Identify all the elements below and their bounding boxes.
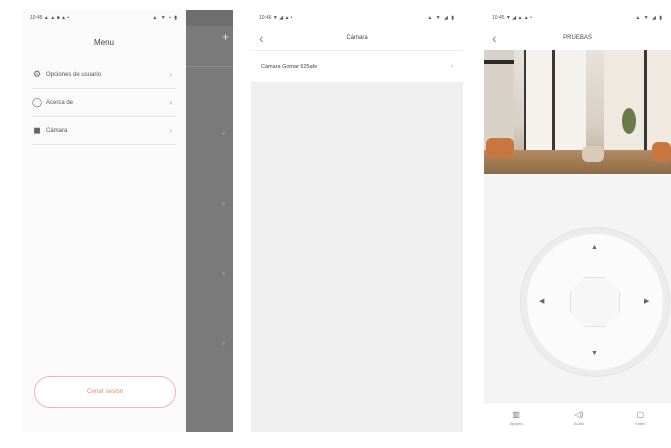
tab-settings[interactable]: ▥ Ajustes — [510, 410, 523, 426]
video-scene — [622, 108, 636, 134]
menu-title: Menu — [93, 38, 114, 47]
chevron-right-icon: › — [450, 63, 453, 70]
arrow-left-icon[interactable]: ◀ — [539, 297, 544, 305]
user-settings-icon: ⚙ — [32, 69, 42, 79]
menu-item-label: Opciones de usuario — [46, 71, 102, 78]
menu-item-label: Cámara — [46, 127, 68, 134]
info-icon: ◯ — [31, 97, 43, 107]
back-arrow-icon[interactable]: ‹ — [259, 30, 264, 46]
status-icons: ▲ ▼ ▪ ▮ — [152, 15, 178, 21]
page-title: PRUEBAS — [563, 35, 592, 41]
dot — [222, 272, 225, 275]
ptz-joystick[interactable]: ▲ ▼ ◀ ▶ — [521, 228, 669, 376]
dimmed-background-overlay[interactable]: + — [186, 10, 233, 432]
back-arrow-icon[interactable]: ‹ — [492, 30, 497, 46]
camera-icon: ◼ — [33, 125, 41, 135]
speaker-icon: ◁) — [574, 409, 584, 419]
video-scene — [484, 60, 514, 64]
video-scene — [582, 146, 604, 162]
logout-button[interactable]: Cerrar sesión — [34, 376, 176, 408]
overlay-status-bar — [186, 10, 233, 26]
add-icon: + — [221, 30, 229, 44]
arrow-down-icon[interactable]: ▼ — [591, 350, 598, 357]
menu-item-about[interactable]: ◯ Acerca de › — [32, 89, 176, 117]
arrow-right-icon[interactable]: ▶ — [644, 297, 649, 305]
camera-list-item[interactable]: Cámara Gomar 625afe › — [251, 50, 463, 82]
phone-menu-screen: 10:45 ▲ ▲ ■ ▲ • ▲ ▼ ▪ ▮ Menu ⚙ Opciones … — [22, 10, 233, 432]
tab-video[interactable]: ▢ Vídeo — [635, 410, 645, 426]
chevron-right-icon: › — [169, 126, 172, 135]
tab-label: Vídeo — [635, 420, 646, 426]
menu-item-label: Acerca de — [46, 99, 74, 106]
status-bar: 10:45 ▲ ▲ ■ ▲ • ▲ ▼ ▪ ▮ — [22, 10, 186, 26]
arrow-up-icon[interactable]: ▲ — [591, 244, 598, 251]
status-icons: ▲ ▼ ◢ ▮ — [635, 15, 663, 21]
bottom-tab-bar: ▥ Ajustes ◁) Audio ▢ Vídeo — [484, 402, 671, 432]
menu-item-camera[interactable]: ◼ Cámara › — [32, 117, 176, 145]
tab-audio[interactable]: ◁) Audio — [574, 410, 584, 426]
nav-bar: ‹ Cámara — [251, 26, 463, 50]
video-icon: ▢ — [636, 409, 645, 419]
nav-bar: ‹ PRUEBAS — [484, 26, 671, 50]
tab-label: Audio — [573, 420, 584, 426]
chevron-right-icon: › — [169, 98, 172, 107]
page-title: Cámara — [346, 35, 368, 41]
divider — [186, 66, 233, 67]
tab-label: Ajustes — [509, 420, 523, 426]
phone-camera-list-screen: 10:46 ▼ ◢ ▲ • ▲ ▼ ◢ ▮ ‹ Cámara Cámara Go… — [251, 10, 463, 432]
camera-name: Cámara Gomar 625afe — [261, 63, 318, 70]
dot — [222, 132, 225, 135]
phone-camera-view-screen: 10:45 ▼ ◢ ▲ ▲ • ▲ ▼ ◢ ▮ ‹ PRUEBAS ▲ ▼ ◀ … — [484, 10, 671, 432]
video-scene — [652, 142, 671, 162]
top-bar: 10:45 ▼ ◢ ▲ ▲ • ▲ ▼ ◢ ▮ ‹ PRUEBAS — [484, 10, 671, 50]
ptz-center-button[interactable] — [570, 277, 620, 327]
status-icons: ▲ ▼ ◢ ▮ — [427, 15, 455, 21]
status-bar: 10:46 ▼ ◢ ▲ • ▲ ▼ ◢ ▮ — [251, 10, 463, 26]
status-time: 10:45 ▲ ▲ ■ ▲ • — [30, 15, 70, 21]
menu-item-user-options[interactable]: ⚙ Opciones de usuario › — [32, 61, 176, 89]
dot — [222, 202, 225, 205]
dot — [222, 342, 225, 345]
video-scene — [486, 138, 514, 158]
status-time: 10:45 ▼ ◢ ▲ ▲ • — [492, 15, 532, 21]
chevron-right-icon: › — [169, 70, 172, 79]
settings-icon: ▥ — [512, 409, 520, 419]
status-bar: 10:45 ▼ ◢ ▲ ▲ • ▲ ▼ ◢ ▮ — [484, 10, 671, 26]
side-drawer: 10:45 ▲ ▲ ■ ▲ • ▲ ▼ ▪ ▮ Menu ⚙ Opciones … — [22, 10, 186, 432]
status-time: 10:46 ▼ ◢ ▲ • — [259, 15, 293, 21]
camera-video-feed[interactable] — [484, 50, 671, 174]
